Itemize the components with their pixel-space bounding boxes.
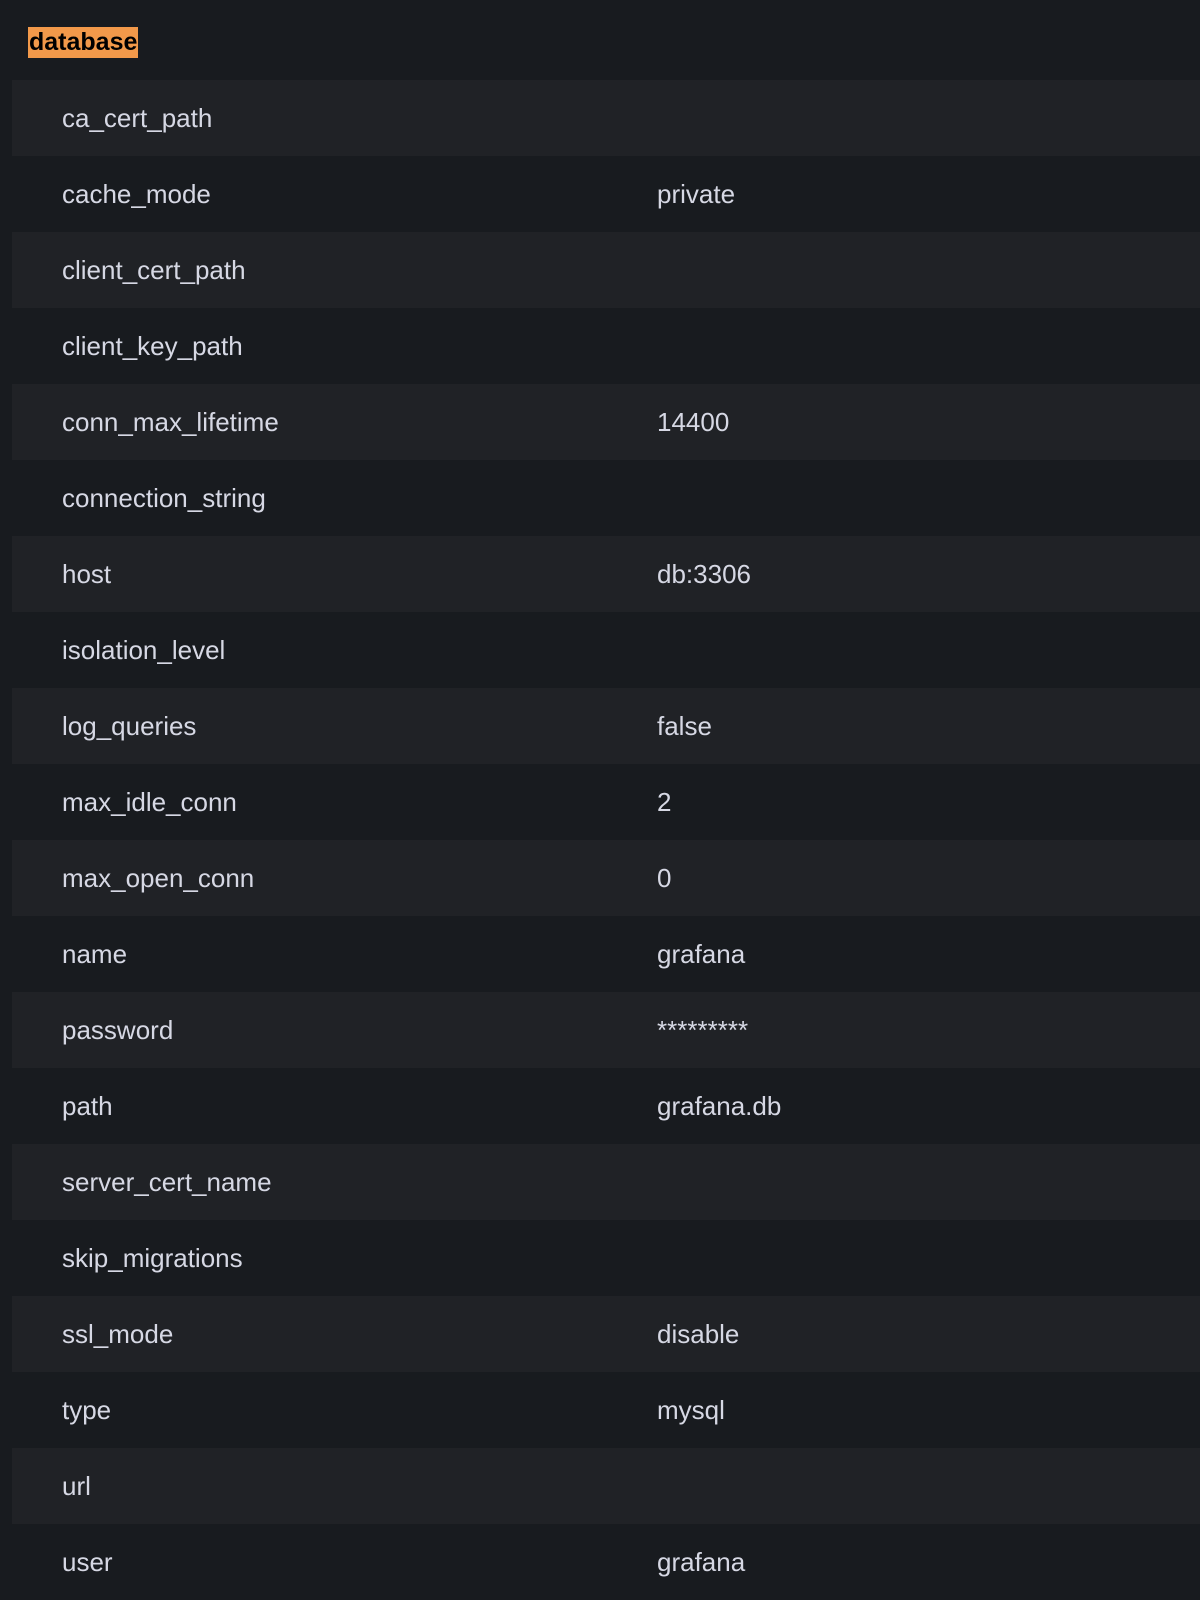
setting-value: db:3306: [657, 558, 751, 589]
setting-key: connection_string: [62, 482, 266, 513]
setting-row: server_cert_name: [12, 1144, 1200, 1220]
setting-value: 0: [657, 862, 672, 893]
setting-key: type: [62, 1394, 112, 1425]
setting-row: conn_max_lifetime 14400: [12, 384, 1200, 460]
setting-key: log_queries: [62, 710, 197, 741]
setting-row: password *********: [12, 992, 1200, 1068]
section-header: database: [12, 0, 1200, 80]
setting-key: ssl_mode: [62, 1318, 174, 1349]
setting-key: client_key_path: [62, 330, 243, 361]
setting-value: 14400: [657, 406, 730, 437]
setting-key: url: [62, 1470, 91, 1501]
setting-value: *********: [657, 1014, 749, 1045]
setting-value: [619, 1144, 1200, 1220]
setting-value: grafana: [657, 1546, 746, 1577]
setting-row: connection_string: [12, 460, 1200, 536]
setting-row: ssl_mode disable: [12, 1296, 1200, 1372]
setting-row: user grafana: [12, 1524, 1200, 1600]
setting-value: 2: [657, 786, 672, 817]
setting-row: isolation_level: [12, 612, 1200, 688]
settings-table: ca_cert_path cache_mode private client_ce…: [12, 80, 1200, 1600]
setting-row: url: [12, 1448, 1200, 1524]
setting-key: ca_cert_path: [62, 102, 213, 133]
setting-value: [619, 1448, 1200, 1524]
setting-key: server_cert_name: [62, 1166, 272, 1197]
setting-row: ca_cert_path: [12, 80, 1200, 156]
setting-key: user: [62, 1546, 113, 1577]
setting-value: [619, 308, 1200, 384]
setting-key: isolation_level: [62, 634, 226, 665]
setting-row: max_open_conn 0: [12, 840, 1200, 916]
setting-row: cache_mode private: [12, 156, 1200, 232]
setting-value: [619, 1220, 1200, 1296]
setting-row: skip_migrations: [12, 1220, 1200, 1296]
setting-row: host db:3306: [12, 536, 1200, 612]
setting-row: path grafana.db: [12, 1068, 1200, 1144]
setting-value: grafana: [657, 938, 746, 969]
setting-key: host: [62, 558, 112, 589]
setting-key: max_idle_conn: [62, 786, 237, 817]
settings-page: database ca_cert_path cache_mode private …: [0, 0, 1200, 1600]
setting-key: max_open_conn: [62, 862, 255, 893]
setting-key: name: [62, 938, 128, 969]
setting-value: [619, 612, 1200, 688]
settings-table-body: ca_cert_path cache_mode private client_ce…: [12, 80, 1200, 1600]
setting-key: password: [62, 1014, 174, 1045]
setting-key: conn_max_lifetime: [62, 406, 279, 437]
setting-row: type mysql: [12, 1372, 1200, 1448]
setting-value: grafana.db: [657, 1090, 782, 1121]
setting-key: path: [62, 1090, 113, 1121]
section-title: database: [28, 27, 139, 58]
setting-row: log_queries false: [12, 688, 1200, 764]
setting-key: cache_mode: [62, 178, 211, 209]
setting-row: client_key_path: [12, 308, 1200, 384]
setting-row: client_cert_path: [12, 232, 1200, 308]
setting-value: [619, 460, 1200, 536]
setting-value: mysql: [657, 1394, 725, 1425]
setting-value: private: [657, 178, 736, 209]
setting-value: false: [657, 710, 712, 741]
setting-value: [619, 80, 1200, 156]
setting-row: name grafana: [12, 916, 1200, 992]
setting-value: disable: [657, 1318, 740, 1349]
setting-key: skip_migrations: [62, 1242, 243, 1273]
setting-value: [619, 232, 1200, 308]
setting-key: client_cert_path: [62, 254, 246, 285]
setting-row: max_idle_conn 2: [12, 764, 1200, 840]
